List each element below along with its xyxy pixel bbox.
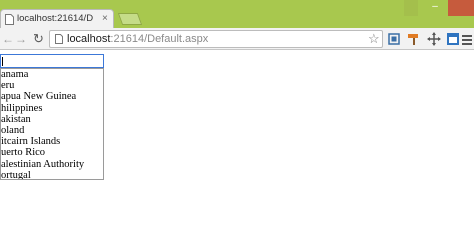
window-layout-icon[interactable] <box>446 32 460 46</box>
reload-icon[interactable]: ↻ <box>33 32 44 46</box>
suggestion-item[interactable]: alestinian Authority <box>1 159 103 170</box>
suggestion-item[interactable]: anama <box>1 69 103 80</box>
tab-close-icon[interactable]: × <box>102 13 108 25</box>
text-caret <box>2 57 3 66</box>
suggestion-item[interactable]: itcairn Islands <box>1 136 103 147</box>
suggestion-item[interactable]: oland <box>1 125 103 136</box>
browser-tabstrip: localhost:21614/Default.aspx × – <box>0 0 474 28</box>
back-arrow-icon[interactable]: ← <box>2 32 14 46</box>
suggestion-item[interactable]: eru <box>1 80 103 91</box>
tab-title: localhost:21614/Default.aspx <box>17 13 93 24</box>
page-content: anama eru apua New Guinea hilippines akistan… <box>0 51 474 248</box>
suggestion-item[interactable]: ortugal <box>1 170 103 179</box>
suggestion-item[interactable]: akistan <box>1 114 103 125</box>
suggestion-item[interactable]: uerto Rico <box>1 147 103 158</box>
screen-capture-icon[interactable] <box>387 32 401 46</box>
suggestion-list: anama eru apua New Guinea hilippines akistan… <box>0 68 104 180</box>
menu-icon[interactable] <box>462 32 472 46</box>
forward-arrow-icon[interactable]: → <box>15 32 27 46</box>
user-profile-icon[interactable] <box>404 0 418 16</box>
paint-roller-icon[interactable] <box>407 32 421 46</box>
page-icon <box>55 34 63 44</box>
browser-tab[interactable]: localhost:21614/Default.aspx × <box>0 9 114 28</box>
new-tab-button[interactable] <box>117 13 143 25</box>
autocomplete-field[interactable] <box>0 54 104 71</box>
browser-toolbar: ← → ↻ localhost:21614/Default.aspx ☆ <box>0 28 474 50</box>
minimize-button[interactable]: – <box>426 0 444 16</box>
page-icon <box>5 14 14 25</box>
suggestion-item[interactable]: apua New Guinea <box>1 91 103 102</box>
suggestion-item[interactable]: hilippines <box>1 103 103 114</box>
window-control-button[interactable] <box>448 0 474 16</box>
address-url[interactable]: localhost:21614/Default.aspx <box>67 32 208 47</box>
address-bar[interactable]: localhost:21614/Default.aspx ☆ <box>49 30 383 48</box>
bookmark-star-icon[interactable]: ☆ <box>368 31 380 47</box>
move-arrows-icon[interactable] <box>427 32 441 46</box>
